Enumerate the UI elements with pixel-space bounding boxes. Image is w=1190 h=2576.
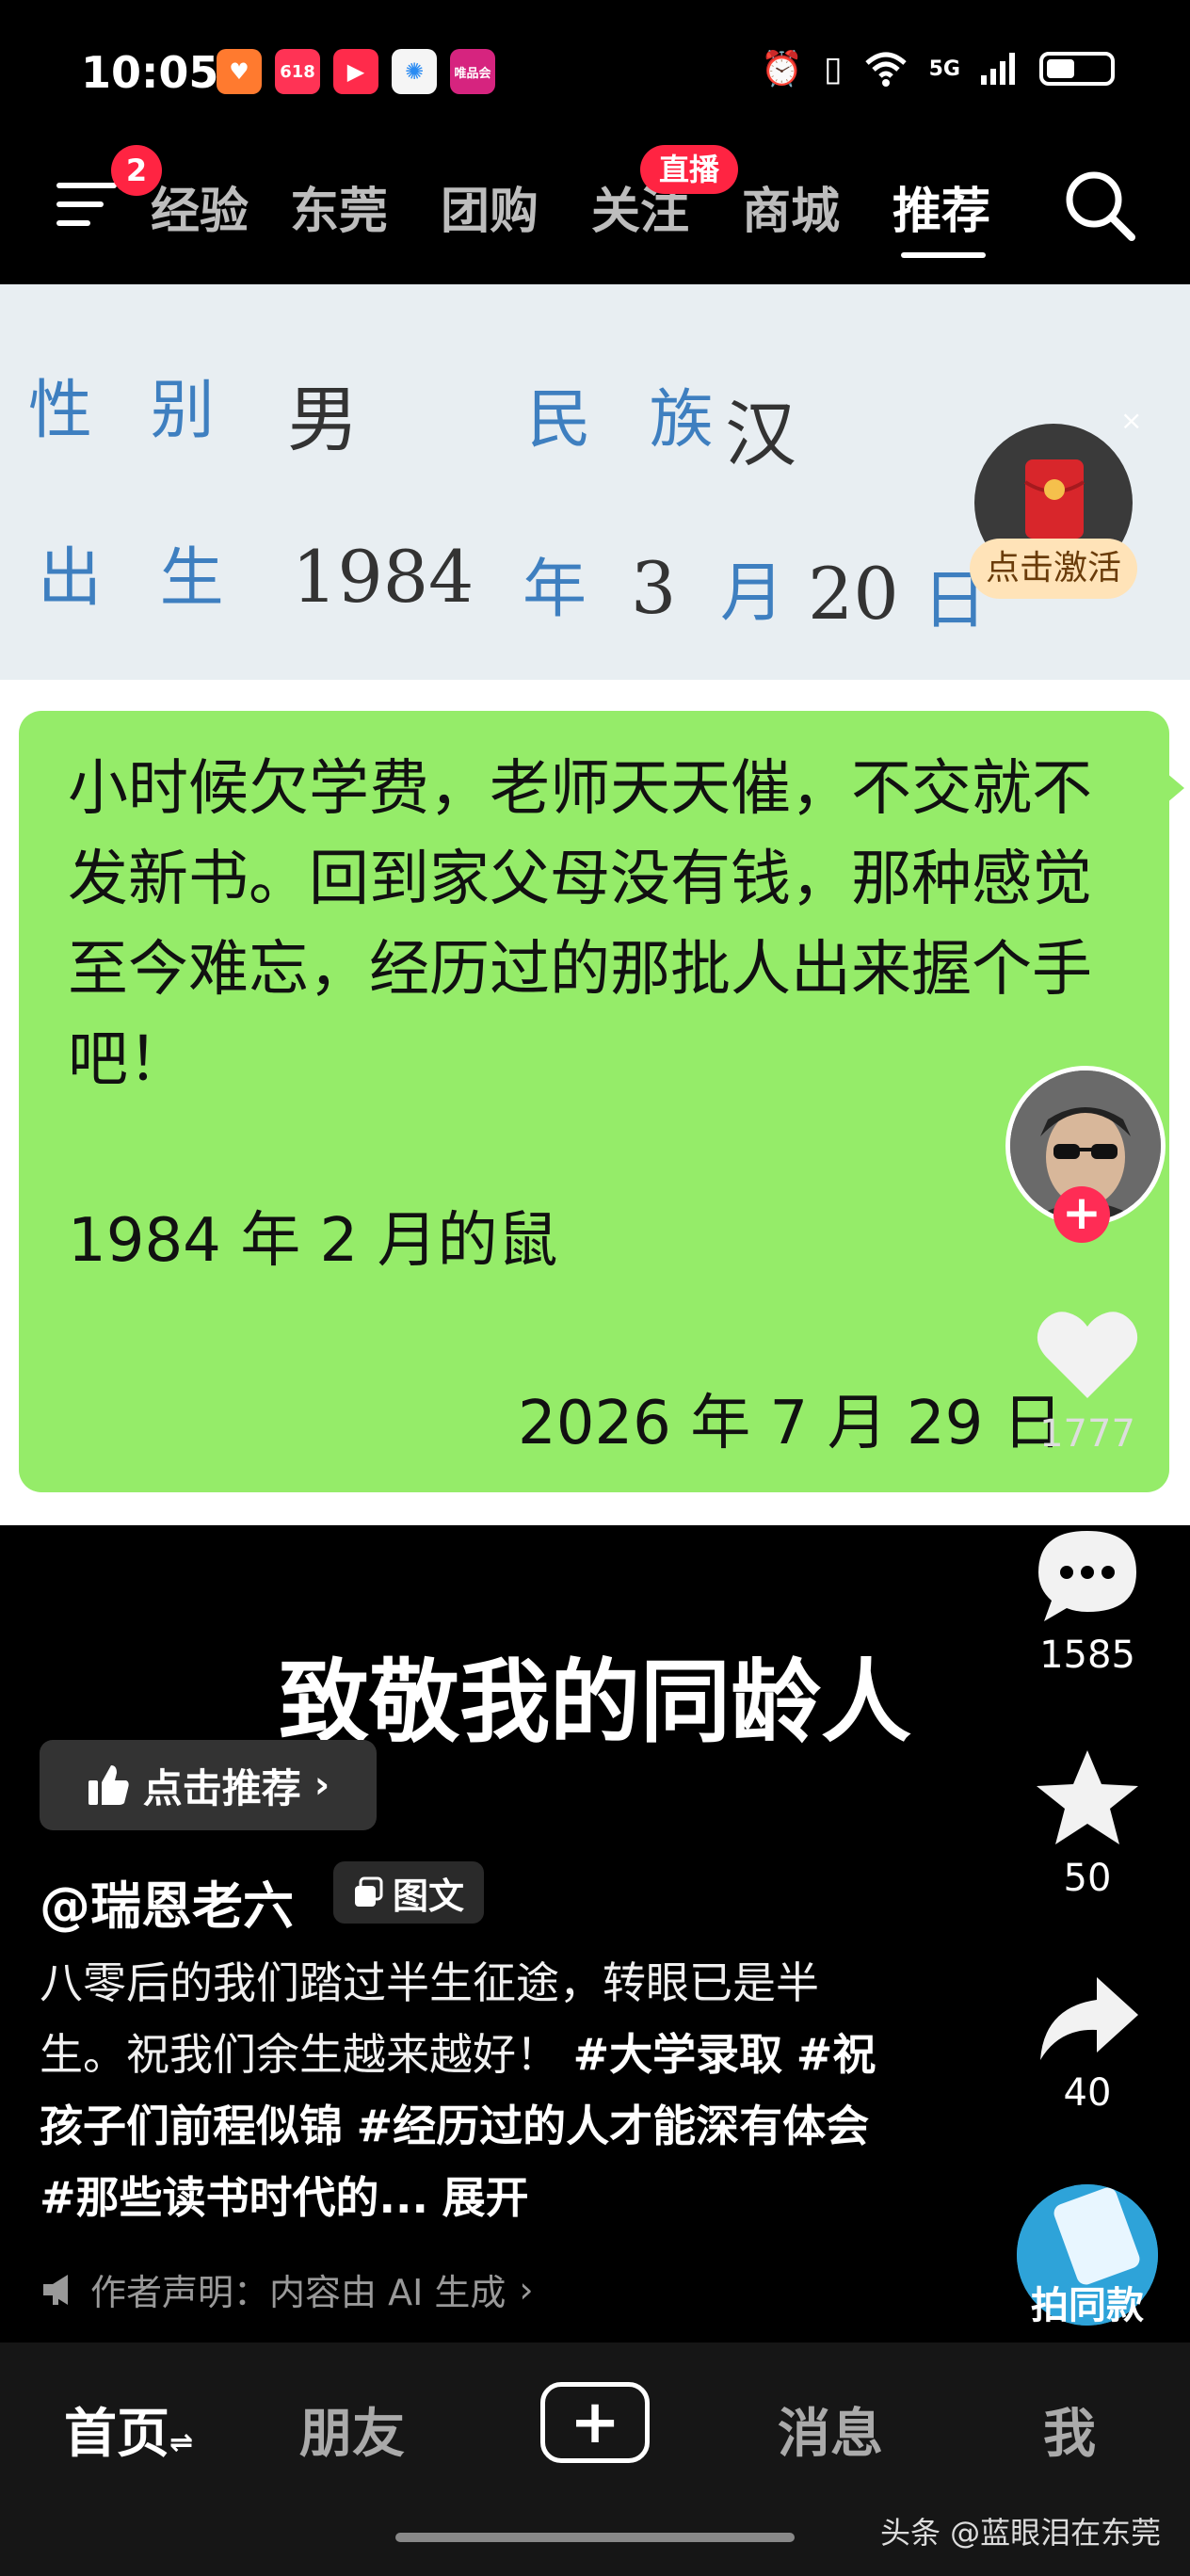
home-indicator[interactable] bbox=[395, 2533, 795, 2542]
post-description: 八零后的我们踏过半生征途，转眼已是半生。祝我们余生越来越好！ #大学录取 #祝孩… bbox=[40, 1947, 887, 2233]
birth-month: 3 bbox=[631, 546, 677, 630]
chevron-right-icon: › bbox=[519, 2268, 534, 2310]
tab-tuangou[interactable]: 团购 bbox=[441, 171, 539, 242]
tab-dongguan[interactable]: 东莞 bbox=[290, 171, 388, 242]
thumbs-up-icon bbox=[88, 1765, 129, 1805]
comment-icon[interactable] bbox=[1031, 1525, 1144, 1629]
pinwheel-app-icon: ✺ bbox=[392, 49, 437, 94]
hashtag[interactable]: #那些读书时代的... bbox=[40, 2172, 428, 2223]
heart-app-icon: ♥ bbox=[217, 49, 262, 94]
share-icon[interactable] bbox=[1031, 1968, 1144, 2071]
nav-home-label: 首页 bbox=[64, 2404, 169, 2465]
author-name[interactable]: @瑞恩老六 bbox=[40, 1864, 294, 1939]
disclaimer-text: 作者声明：内容由 AI 生成 bbox=[90, 2272, 507, 2313]
post-type-label: 图文 bbox=[392, 1875, 464, 1917]
swap-icon: ⇌ bbox=[169, 2426, 194, 2459]
month-char: 月 bbox=[720, 556, 804, 631]
chevron-right-icon: › bbox=[314, 1763, 330, 1807]
birth-day: 20 bbox=[808, 552, 899, 636]
red-packet-activate-button[interactable]: 点击激活 bbox=[970, 539, 1137, 599]
ethnicity-label: 民 族 bbox=[527, 383, 732, 458]
search-icon[interactable] bbox=[1062, 168, 1137, 243]
nav-home[interactable]: 首页⇌ bbox=[64, 2391, 193, 2468]
vibrate-icon: ▯ bbox=[823, 49, 843, 89]
live-badge: 直播 bbox=[640, 145, 738, 194]
ai-disclaimer[interactable]: 作者声明：内容由 AI 生成 › bbox=[40, 2263, 534, 2315]
favorite-count: 50 bbox=[1063, 1857, 1112, 1900]
nav-friends[interactable]: 朋友 bbox=[299, 2391, 405, 2468]
signal-icon bbox=[981, 53, 1015, 85]
share-count: 40 bbox=[1063, 2071, 1112, 2115]
year-char: 年 bbox=[523, 553, 606, 627]
video-app-icon: ▶ bbox=[333, 49, 378, 94]
hashtag[interactable]: #大学录取 bbox=[573, 2029, 783, 2080]
like-count: 1777 bbox=[1039, 1412, 1135, 1456]
post-type-tag: 图文 bbox=[333, 1861, 484, 1924]
wifi-icon bbox=[864, 52, 907, 87]
close-icon[interactable]: × bbox=[1120, 405, 1142, 436]
megaphone-icon bbox=[43, 2274, 68, 2305]
favorite-icon[interactable] bbox=[1031, 1747, 1144, 1850]
gender-label: 性 别 bbox=[28, 374, 233, 448]
birth-year: 1984 bbox=[292, 535, 474, 619]
bubble-tail bbox=[1160, 767, 1184, 809]
status-indicators: ⏰ ▯ 5G bbox=[761, 49, 1115, 89]
tab-tuijian[interactable]: 推荐 bbox=[892, 171, 990, 242]
recommend-label: 点击推荐 bbox=[142, 1764, 301, 1811]
note-sub: 1984 年 2 月的鼠 bbox=[68, 1206, 558, 1276]
shopping-618-icon: 618 bbox=[275, 49, 320, 94]
note-body: 小时候欠学费，老师天天催，不交就不发新书。回到家父母没有钱，那种感觉至今难忘，经… bbox=[68, 754, 1092, 1095]
vip-app-icon: 唯品会 bbox=[450, 49, 495, 94]
note-text: 小时候欠学费，老师天天催，不交就不发新书。回到家父母没有钱，那种感觉至今难忘，经… bbox=[68, 744, 1141, 1286]
same-style-label: 拍同款 bbox=[1031, 2284, 1144, 2327]
network-type: 5G bbox=[928, 56, 960, 81]
watermark: 头条 @蓝眼泪在东莞 bbox=[880, 2515, 1162, 2551]
like-icon[interactable] bbox=[1031, 1304, 1144, 1408]
alarm-icon: ⏰ bbox=[760, 50, 803, 89]
image-text-icon bbox=[354, 1876, 383, 1907]
recommend-button[interactable]: 点击推荐 › bbox=[40, 1740, 377, 1830]
tab-shangcheng[interactable]: 商城 bbox=[742, 171, 840, 242]
birth-label: 出 生 bbox=[38, 541, 243, 616]
ethnicity-value: 汉 bbox=[725, 393, 796, 476]
status-time: 10:05 bbox=[81, 47, 219, 98]
hashtag[interactable]: #经历过的人才能深有体会 bbox=[357, 2101, 870, 2151]
battery-icon bbox=[1039, 52, 1115, 86]
gender-value: 男 bbox=[287, 378, 359, 461]
note-date: 2026 年 7 月 29 日 bbox=[518, 1389, 1063, 1458]
add-button[interactable]: + bbox=[540, 2382, 650, 2463]
expand-link[interactable]: 展开 bbox=[442, 2172, 529, 2223]
nav-me[interactable]: 我 bbox=[1043, 2391, 1096, 2468]
tab-jingyan[interactable]: 经验 bbox=[151, 171, 249, 242]
nav-messages[interactable]: 消息 bbox=[778, 2391, 883, 2468]
menu-icon[interactable] bbox=[56, 179, 122, 230]
active-tab-indicator bbox=[901, 252, 986, 258]
follow-button[interactable]: + bbox=[1053, 1186, 1110, 1243]
